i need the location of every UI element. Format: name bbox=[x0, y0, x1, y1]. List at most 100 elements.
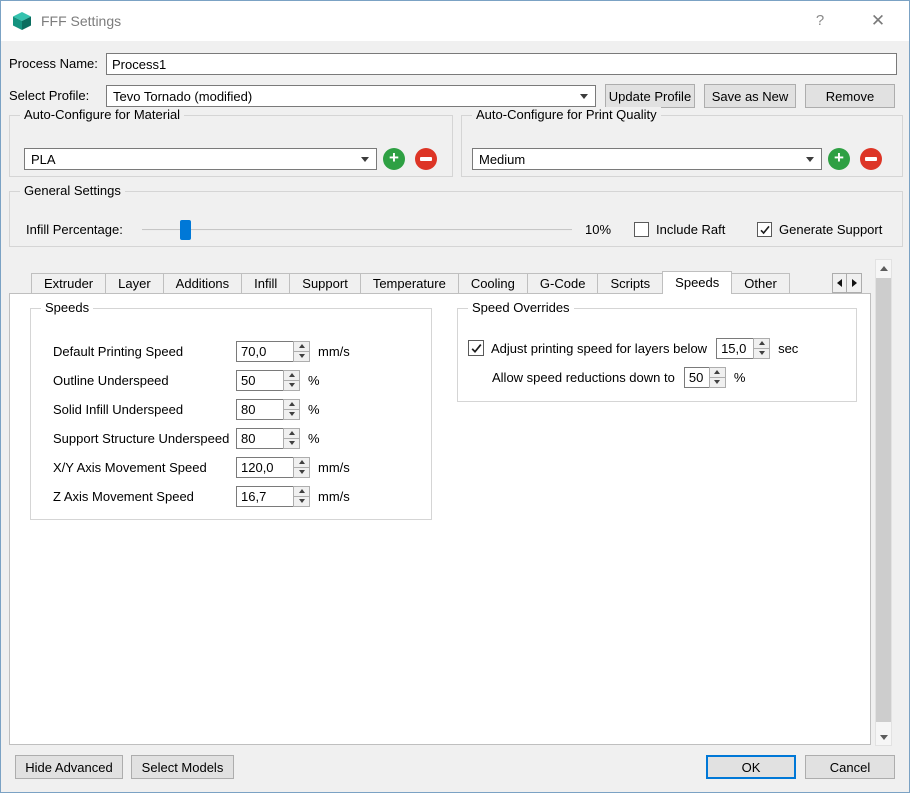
simplify3d-app-icon bbox=[13, 12, 31, 30]
speed-value-input[interactable] bbox=[236, 427, 283, 449]
spin-down-button[interactable] bbox=[284, 408, 299, 419]
speed-value-input[interactable] bbox=[236, 485, 293, 507]
solid-infill-underspeed-spinner[interactable] bbox=[236, 398, 300, 420]
vertical-scrollbar[interactable] bbox=[875, 259, 892, 746]
spin-up-button[interactable] bbox=[710, 368, 725, 377]
spin-down-button[interactable] bbox=[284, 379, 299, 390]
update-profile-button[interactable]: Update Profile bbox=[605, 84, 695, 108]
spin-down-icon bbox=[298, 470, 305, 474]
tab-support[interactable]: Support bbox=[290, 273, 361, 294]
speed-label: Solid Infill Underspeed bbox=[53, 401, 184, 417]
infill-slider[interactable] bbox=[142, 220, 572, 240]
spin-up-button[interactable] bbox=[284, 371, 299, 380]
add-material-button[interactable]: + bbox=[383, 148, 405, 170]
slider-track bbox=[142, 229, 572, 231]
material-selected-value: PLA bbox=[31, 151, 56, 167]
default-printing-speed-spinner[interactable] bbox=[236, 340, 310, 362]
spin-up-button[interactable] bbox=[294, 487, 309, 496]
reduce-speed-spinner[interactable] bbox=[683, 366, 726, 388]
remove-quality-button[interactable] bbox=[860, 148, 882, 170]
help-button[interactable]: ? bbox=[805, 1, 835, 41]
generate-support-checkbox[interactable] bbox=[757, 222, 772, 237]
settings-tabbar: Extruder Layer Additions Infill Support … bbox=[31, 271, 790, 294]
reduce-speed-input[interactable] bbox=[683, 366, 709, 388]
speed-row: Default Printing Speed mm/s bbox=[53, 340, 350, 362]
spin-down-icon bbox=[288, 441, 295, 445]
tab-cooling[interactable]: Cooling bbox=[458, 273, 528, 294]
speed-value-input[interactable] bbox=[236, 340, 293, 362]
tab-scripts[interactable]: Scripts bbox=[598, 273, 664, 294]
spin-down-button[interactable] bbox=[709, 376, 725, 387]
speed-row: X/Y Axis Movement Speed mm/s bbox=[53, 456, 350, 478]
scrollbar-thumb[interactable] bbox=[876, 278, 891, 722]
speed-unit: mm/s bbox=[318, 488, 350, 504]
generate-support-label[interactable]: Generate Support bbox=[779, 219, 882, 241]
spin-up-button[interactable] bbox=[284, 400, 299, 409]
spin-down-button[interactable] bbox=[294, 495, 309, 506]
infill-slider-handle[interactable] bbox=[180, 220, 191, 240]
minus-icon bbox=[420, 157, 432, 161]
scroll-down-button[interactable] bbox=[876, 729, 891, 745]
spin-down-button[interactable] bbox=[284, 437, 299, 448]
spin-down-button[interactable] bbox=[294, 350, 309, 361]
profile-selected-value: Tevo Tornado (modified) bbox=[113, 88, 253, 104]
close-icon[interactable]: ✕ bbox=[861, 1, 895, 41]
support-structure-underspeed-spinner[interactable] bbox=[236, 427, 300, 449]
spin-buttons bbox=[283, 398, 300, 420]
add-quality-button[interactable]: + bbox=[828, 148, 850, 170]
spin-up-button[interactable] bbox=[294, 458, 309, 467]
cancel-button[interactable]: Cancel bbox=[805, 755, 895, 779]
speed-value-input[interactable] bbox=[236, 398, 283, 420]
ok-button[interactable]: OK bbox=[706, 755, 796, 779]
tab-infill[interactable]: Infill bbox=[242, 273, 291, 294]
spin-down-button[interactable] bbox=[754, 347, 770, 358]
spin-up-button[interactable] bbox=[284, 429, 299, 438]
tab-scroll-right-button[interactable] bbox=[847, 273, 862, 293]
adjust-speed-unit: sec bbox=[778, 340, 799, 356]
save-as-new-button[interactable]: Save as New bbox=[704, 84, 796, 108]
plus-icon: + bbox=[389, 148, 399, 167]
speed-value-input[interactable] bbox=[236, 369, 283, 391]
speed-unit: % bbox=[308, 430, 320, 446]
speed-label: Outline Underspeed bbox=[53, 372, 169, 388]
remove-profile-button[interactable]: Remove bbox=[805, 84, 895, 108]
tab-temperature[interactable]: Temperature bbox=[360, 273, 459, 294]
material-select[interactable]: PLA bbox=[24, 148, 377, 170]
include-raft-label[interactable]: Include Raft bbox=[656, 219, 725, 241]
adjust-speed-checkbox[interactable] bbox=[468, 340, 484, 356]
adjust-speed-spinner[interactable] bbox=[716, 337, 771, 359]
speed-row: Support Structure Underspeed % bbox=[53, 427, 320, 449]
profile-select[interactable]: Tevo Tornado (modified) bbox=[106, 85, 596, 107]
auto-quality-group: Auto-Configure for Print Quality Medium … bbox=[461, 107, 903, 177]
tab-other[interactable]: Other bbox=[732, 273, 790, 294]
fff-settings-dialog: FFF Settings ? ✕ Process Name: Select Pr… bbox=[0, 0, 910, 793]
adjust-speed-row: Adjust printing speed for layers below s… bbox=[468, 337, 798, 359]
spin-down-icon bbox=[298, 499, 305, 503]
tab-scroll-left-button[interactable] bbox=[832, 273, 847, 293]
remove-material-button[interactable] bbox=[415, 148, 437, 170]
tab-layer[interactable]: Layer bbox=[106, 273, 164, 294]
outline-underspeed-spinner[interactable] bbox=[236, 369, 300, 391]
spin-up-button[interactable] bbox=[754, 339, 769, 348]
chevron-down-icon bbox=[361, 157, 369, 162]
quality-select[interactable]: Medium bbox=[472, 148, 822, 170]
speed-row: Outline Underspeed % bbox=[53, 369, 320, 391]
spin-down-button[interactable] bbox=[294, 466, 309, 477]
adjust-speed-input[interactable] bbox=[716, 337, 754, 359]
hide-advanced-button[interactable]: Hide Advanced bbox=[15, 755, 123, 779]
process-name-input[interactable] bbox=[106, 53, 897, 75]
speed-unit: % bbox=[308, 401, 320, 417]
scroll-up-button[interactable] bbox=[876, 260, 891, 276]
spin-up-button[interactable] bbox=[294, 342, 309, 351]
select-models-button[interactable]: Select Models bbox=[131, 755, 234, 779]
adjust-speed-label[interactable]: Adjust printing speed for layers below bbox=[491, 341, 707, 356]
tab-extruder[interactable]: Extruder bbox=[31, 273, 107, 294]
speed-value-input[interactable] bbox=[236, 456, 293, 478]
tab-speeds[interactable]: Speeds bbox=[662, 271, 733, 294]
z-axis-movement-speed-spinner[interactable] bbox=[236, 485, 310, 507]
auto-quality-title: Auto-Configure for Print Quality bbox=[472, 107, 661, 123]
tab-gcode[interactable]: G-Code bbox=[527, 273, 599, 294]
tab-additions[interactable]: Additions bbox=[163, 273, 243, 294]
include-raft-checkbox[interactable] bbox=[634, 222, 649, 237]
xy-axis-movement-speed-spinner[interactable] bbox=[236, 456, 310, 478]
